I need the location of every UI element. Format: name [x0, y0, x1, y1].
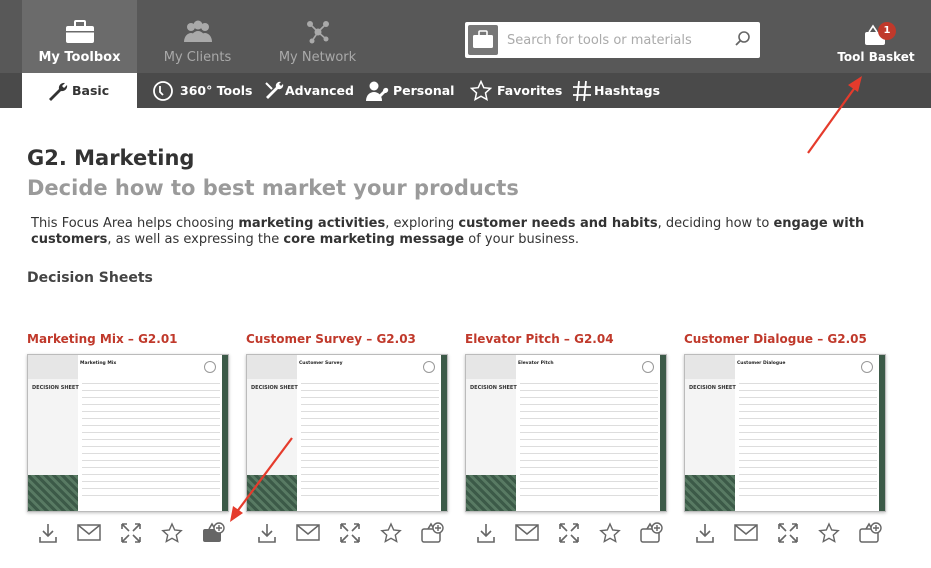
annotation-arrows: [230, 76, 862, 522]
arrow-to-tool-basket: [807, 76, 862, 154]
arrow-to-basket-action: [230, 437, 293, 522]
